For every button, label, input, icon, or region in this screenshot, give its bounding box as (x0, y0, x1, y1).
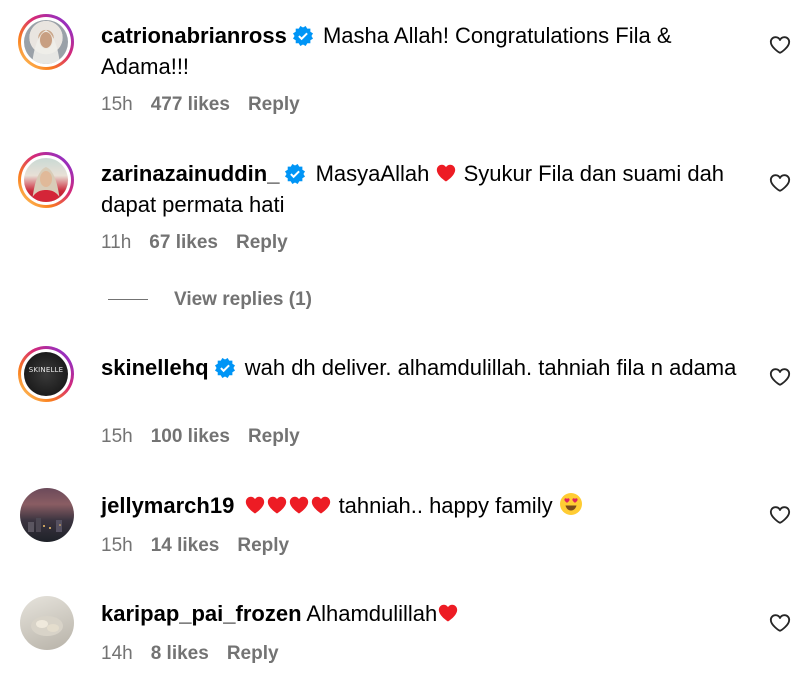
red-heart-icon (310, 494, 332, 516)
red-heart-icon (435, 162, 457, 184)
comment-meta: 15h 477 likes Reply (101, 94, 318, 116)
timestamp[interactable]: 15h (101, 535, 133, 556)
view-replies-label[interactable]: View replies (1) (174, 289, 312, 310)
avatar[interactable]: SKINELLE (18, 346, 74, 402)
comment-text: catrionabrianross Masha Allah! Congratul… (101, 20, 741, 82)
comment-meta: 15h 100 likes Reply (101, 426, 318, 448)
timestamp[interactable]: 11h (101, 232, 131, 253)
view-replies-button[interactable]: View replies (1) (108, 289, 312, 311)
avatar[interactable] (20, 488, 74, 542)
like-heart-icon[interactable] (769, 34, 791, 56)
comment-body: Alhamdulillah (306, 601, 438, 626)
avatar-logo-text: SKINELLE (28, 366, 64, 374)
username[interactable]: zarinazainuddin_ (101, 161, 279, 186)
comment-text: karipap_pai_frozen Alhamdulillah (101, 598, 741, 629)
likes-count[interactable]: 477 likes (151, 94, 230, 115)
timestamp[interactable]: 15h (101, 94, 133, 115)
red-heart-icon (288, 494, 310, 516)
like-heart-icon[interactable] (769, 504, 791, 526)
avatar[interactable] (20, 596, 74, 650)
comment-text: zarinazainuddin_ MasyaAllah Syukur Fila … (101, 158, 741, 220)
heart-eyes-emoji-icon (559, 493, 582, 515)
reply-button[interactable]: Reply (248, 426, 300, 447)
comment-text: skinellehq wah dh deliver. alhamdulillah… (101, 352, 741, 383)
comment-body-start: MasyaAllah (315, 161, 430, 186)
timestamp[interactable]: 15h (101, 426, 133, 447)
username[interactable]: catrionabrianross (101, 23, 287, 48)
username[interactable]: skinellehq (101, 355, 209, 380)
comment-meta: 14h 8 likes Reply (101, 643, 297, 665)
comment-text: jellymarch19 tahniah.. happy family (101, 490, 741, 521)
verified-badge-icon (285, 164, 305, 184)
avatar[interactable] (18, 14, 74, 70)
comment-meta: 11h 67 likes Reply (101, 232, 306, 254)
reply-button[interactable]: Reply (236, 232, 288, 253)
like-heart-icon[interactable] (769, 172, 791, 194)
red-heart-icon (266, 494, 288, 516)
comment-body: tahniah.. happy family (338, 493, 553, 518)
like-heart-icon[interactable] (769, 366, 791, 388)
red-heart-icon (437, 602, 459, 624)
username[interactable]: jellymarch19 (101, 493, 234, 518)
likes-count[interactable]: 67 likes (149, 232, 218, 253)
likes-count[interactable]: 14 likes (151, 535, 220, 556)
comment-body: wah dh deliver. alhamdulillah. tahniah f… (244, 355, 737, 380)
like-heart-icon[interactable] (769, 612, 791, 634)
reply-button[interactable]: Reply (227, 643, 279, 664)
likes-count[interactable]: 8 likes (151, 643, 209, 664)
verified-badge-icon (293, 26, 313, 46)
comment-meta: 15h 14 likes Reply (101, 535, 307, 557)
avatar[interactable] (18, 152, 74, 208)
verified-badge-icon (215, 358, 235, 378)
reply-button[interactable]: Reply (248, 94, 300, 115)
reply-button[interactable]: Reply (237, 535, 289, 556)
username[interactable]: karipap_pai_frozen (101, 601, 302, 626)
divider-line (108, 299, 148, 301)
red-heart-icon (244, 494, 266, 516)
likes-count[interactable]: 100 likes (151, 426, 230, 447)
timestamp[interactable]: 14h (101, 643, 133, 664)
hearts-emoji (244, 493, 338, 518)
